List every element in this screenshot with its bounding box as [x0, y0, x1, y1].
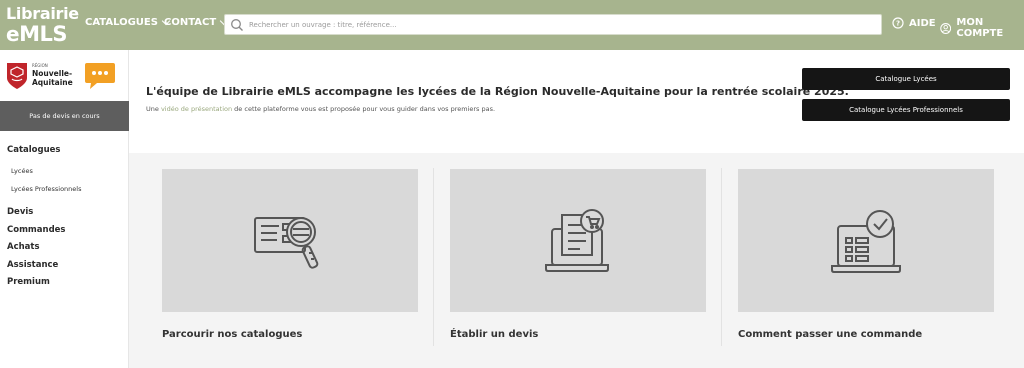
catalogue-lycees-pro-button[interactable]: Catalogue Lycées Professionnels — [802, 99, 1010, 121]
account-link[interactable]: MON COMPTE — [940, 17, 1024, 39]
card-catalogues[interactable] — [162, 169, 418, 312]
region-shield-icon — [7, 63, 27, 89]
sidebar-item-assistance[interactable]: Assistance — [7, 260, 58, 270]
help-label: AIDE — [909, 17, 936, 29]
banner-text-before: Une — [146, 105, 161, 113]
region-logo: RÉGION Nouvelle- Aquitaine — [6, 60, 74, 92]
logo-line2: eMLS — [6, 22, 67, 46]
nav-catalogues-label: CATALOGUES — [85, 17, 158, 28]
sidebar-item-lycees-pro[interactable]: Lycées Professionnels — [11, 185, 81, 193]
region-name: Nouvelle- Aquitaine — [32, 69, 73, 87]
card-devis[interactable] — [450, 169, 706, 312]
user-icon — [940, 22, 952, 34]
region-name-line1: Nouvelle- — [32, 69, 73, 78]
quote-cart-icon — [545, 208, 609, 272]
sidebar: RÉGION Nouvelle- Aquitaine Pas de devis … — [0, 50, 129, 368]
region-name-line2: Aquitaine — [32, 78, 73, 87]
sidebar-item-lycees[interactable]: Lycées — [11, 167, 33, 175]
card-commande-label[interactable]: Comment passer une commande — [738, 329, 922, 340]
account-label: MON COMPTE — [956, 17, 1004, 39]
site-logo[interactable]: Librairie eMLS — [6, 4, 79, 46]
logo-line1: Librairie — [6, 4, 79, 23]
card-catalogues-label[interactable]: Parcourir nos catalogues — [162, 329, 302, 340]
card-commande[interactable] — [738, 169, 994, 312]
sidebar-item-devis[interactable]: Devis — [7, 207, 33, 217]
nav-contact[interactable]: CONTACT — [164, 16, 229, 28]
catalog-search-icon — [254, 216, 319, 269]
banner-text: Une vidéo de présentation de cette plate… — [146, 105, 495, 113]
catalogue-lycees-button[interactable]: Catalogue Lycées — [802, 68, 1010, 90]
order-check-icon — [831, 209, 901, 273]
banner-title: L'équipe de Librairie eMLS accompagne le… — [146, 85, 849, 98]
devis-status[interactable]: Pas de devis en cours — [0, 101, 129, 131]
search-icon — [231, 19, 243, 31]
presentation-video-link[interactable]: vidéo de présentation — [161, 105, 232, 113]
card-devis-label[interactable]: Établir un devis — [450, 329, 538, 340]
banner-text-after: de cette plateforme vous est proposée po… — [232, 105, 496, 113]
region-small-label: RÉGION — [32, 63, 48, 68]
nav-contact-label: CONTACT — [164, 17, 217, 28]
card-divider — [721, 168, 722, 346]
sidebar-item-catalogues[interactable]: Catalogues — [7, 145, 61, 155]
sidebar-item-achats[interactable]: Achats — [7, 242, 40, 252]
help-link[interactable]: ? AIDE — [892, 17, 936, 29]
nav-catalogues[interactable]: CATALOGUES — [85, 16, 171, 28]
sidebar-item-commandes[interactable]: Commandes — [7, 225, 66, 235]
chat-icon[interactable] — [83, 62, 117, 90]
search-bar[interactable] — [224, 14, 882, 35]
top-bar: Librairie eMLS CATALOGUES CONTACT ? AIDE… — [0, 0, 1024, 50]
svg-text:?: ? — [896, 20, 900, 28]
search-input[interactable] — [249, 17, 869, 32]
sidebar-item-premium[interactable]: Premium — [7, 277, 50, 287]
card-divider — [433, 168, 434, 346]
logo-e: e — [6, 22, 20, 46]
logo-mls: MLS — [19, 22, 67, 46]
help-icon: ? — [892, 17, 904, 29]
